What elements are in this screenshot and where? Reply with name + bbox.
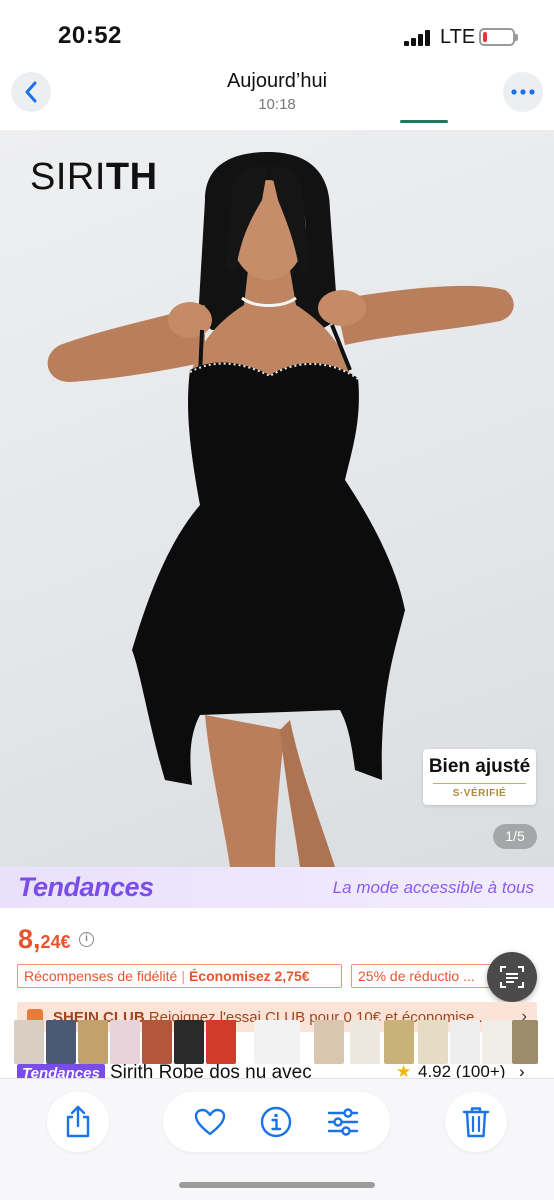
price: 8,24€ bbox=[18, 924, 71, 955]
nav-subtitle: 10:18 bbox=[258, 96, 296, 113]
price-decimal: 24€ bbox=[40, 932, 71, 952]
trash-icon bbox=[462, 1107, 490, 1138]
loyalty-promo[interactable]: Récompenses de fidélité | Économisez 2,75€ bbox=[17, 964, 342, 988]
thumbnail[interactable] bbox=[206, 1020, 236, 1064]
thumbnail-strip[interactable] bbox=[14, 1020, 540, 1064]
divider bbox=[433, 783, 526, 784]
product-photo[interactable]: SIRITH Bien ajusté S·VÉRIFIÉ 1/5 bbox=[0, 130, 554, 867]
action-group bbox=[163, 1092, 390, 1152]
discount-promo[interactable]: 25% de réductio ... bbox=[351, 964, 496, 988]
sliders-icon[interactable] bbox=[327, 1108, 359, 1136]
battery-level bbox=[483, 32, 487, 42]
price-integer: 8, bbox=[18, 924, 41, 954]
price-info-icon[interactable]: i bbox=[79, 932, 94, 947]
brand-logo: SIRITH bbox=[30, 156, 158, 198]
ellipsis-icon bbox=[511, 89, 535, 95]
fit-badge-subtitle: S·VÉRIFIÉ bbox=[452, 788, 507, 799]
thumbnail[interactable] bbox=[314, 1020, 344, 1064]
heart-icon[interactable] bbox=[194, 1108, 226, 1136]
share-button[interactable] bbox=[47, 1092, 109, 1152]
nav-title: Aujourd’hui bbox=[226, 70, 328, 92]
thumbnail[interactable] bbox=[482, 1020, 512, 1064]
trends-banner[interactable]: Tendances La mode accessible à tous bbox=[0, 867, 554, 908]
thumbnail[interactable] bbox=[254, 1020, 300, 1064]
thumbnail[interactable] bbox=[78, 1020, 108, 1064]
scan-icon bbox=[500, 966, 524, 988]
status-bar: 20:52 LTE bbox=[0, 0, 554, 70]
nav-bar: Aujourd’hui 10:18 bbox=[0, 64, 554, 130]
thumbnail[interactable] bbox=[14, 1020, 44, 1064]
thumbnail[interactable] bbox=[142, 1020, 172, 1064]
visual-search-button[interactable] bbox=[487, 952, 537, 1002]
fit-badge-title: Bien ajusté bbox=[428, 756, 531, 777]
trends-logo: Tendances bbox=[18, 872, 154, 902]
network-type: LTE bbox=[440, 26, 476, 48]
thumbnail[interactable] bbox=[384, 1020, 414, 1064]
home-indicator bbox=[179, 1182, 375, 1188]
thumbnail[interactable] bbox=[418, 1020, 448, 1064]
savings-label: Économisez 2,75€ bbox=[188, 968, 310, 984]
image-page-counter: 1/5 bbox=[493, 824, 537, 849]
loyalty-label: Récompenses de fidélité bbox=[24, 968, 178, 984]
discount-label: 25% de réductio ... bbox=[358, 968, 475, 984]
delete-button[interactable] bbox=[445, 1092, 507, 1152]
info-icon[interactable] bbox=[260, 1106, 292, 1138]
page-indicator bbox=[400, 120, 448, 123]
battery-icon bbox=[479, 28, 518, 46]
thumbnail[interactable] bbox=[174, 1020, 204, 1064]
thumbnail[interactable] bbox=[512, 1020, 538, 1064]
more-button[interactable] bbox=[503, 72, 543, 112]
thumbnail[interactable] bbox=[110, 1020, 140, 1064]
status-time: 20:52 bbox=[58, 22, 122, 49]
thumbnail[interactable] bbox=[450, 1020, 480, 1064]
thumbnail[interactable] bbox=[46, 1020, 76, 1064]
thumbnail[interactable] bbox=[350, 1020, 380, 1064]
fit-badge: Bien ajusté S·VÉRIFIÉ bbox=[423, 749, 536, 805]
trends-tagline: La mode accessible à tous bbox=[332, 878, 534, 897]
share-icon bbox=[66, 1105, 90, 1138]
cellular-signal-icon bbox=[404, 30, 434, 46]
